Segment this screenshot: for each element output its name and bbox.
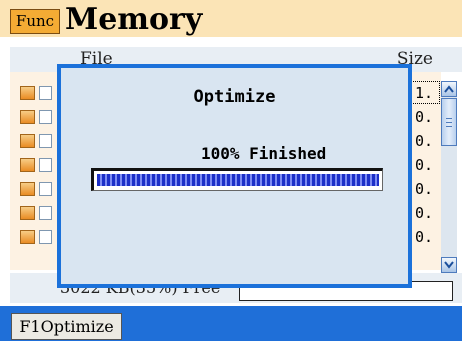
dialog-status-text: 100% Finished xyxy=(201,144,327,163)
file-size: 0. xyxy=(415,132,434,150)
file-icon xyxy=(20,86,35,100)
file-icon xyxy=(20,182,35,196)
scroll-down-button[interactable] xyxy=(441,257,457,273)
file-checkbox[interactable] xyxy=(39,158,52,172)
file-size: 0. xyxy=(415,228,434,246)
progress-fill xyxy=(97,174,379,186)
func-button[interactable]: Func xyxy=(10,9,60,34)
file-icon xyxy=(20,134,35,148)
file-checkbox[interactable] xyxy=(39,86,52,100)
chevron-down-icon xyxy=(444,261,454,269)
file-checkbox[interactable] xyxy=(39,230,52,244)
file-checkbox[interactable] xyxy=(39,134,52,148)
scrollbar-thumb[interactable] xyxy=(441,98,457,146)
page-title: Memory xyxy=(65,2,203,37)
scrollbar[interactable] xyxy=(441,81,457,273)
file-size: 1. xyxy=(415,84,434,102)
scroll-up-button[interactable] xyxy=(441,81,457,97)
optimize-dialog: Optimize 100% Finished xyxy=(57,64,412,288)
file-icon xyxy=(20,230,35,244)
file-size: 0. xyxy=(415,204,434,222)
file-icon xyxy=(20,110,35,124)
file-icon xyxy=(20,158,35,172)
file-checkbox[interactable] xyxy=(39,206,52,220)
memory-screen: Func Memory File Size 1. 0. 0. 0. 0. 0. … xyxy=(0,0,462,341)
file-size: 0. xyxy=(415,180,434,198)
softkey-bar: F1Optimize xyxy=(0,306,462,341)
file-icon xyxy=(20,206,35,220)
title-bar: Func Memory xyxy=(0,0,462,37)
file-size: 0. xyxy=(415,108,434,126)
file-checkbox[interactable] xyxy=(39,110,52,124)
file-checkbox[interactable] xyxy=(39,182,52,196)
chevron-up-icon xyxy=(444,85,454,93)
f1-optimize-button[interactable]: F1Optimize xyxy=(11,313,122,340)
progress-bar xyxy=(91,168,383,191)
file-size: 0. xyxy=(415,156,434,174)
dialog-title: Optimize xyxy=(193,87,276,107)
